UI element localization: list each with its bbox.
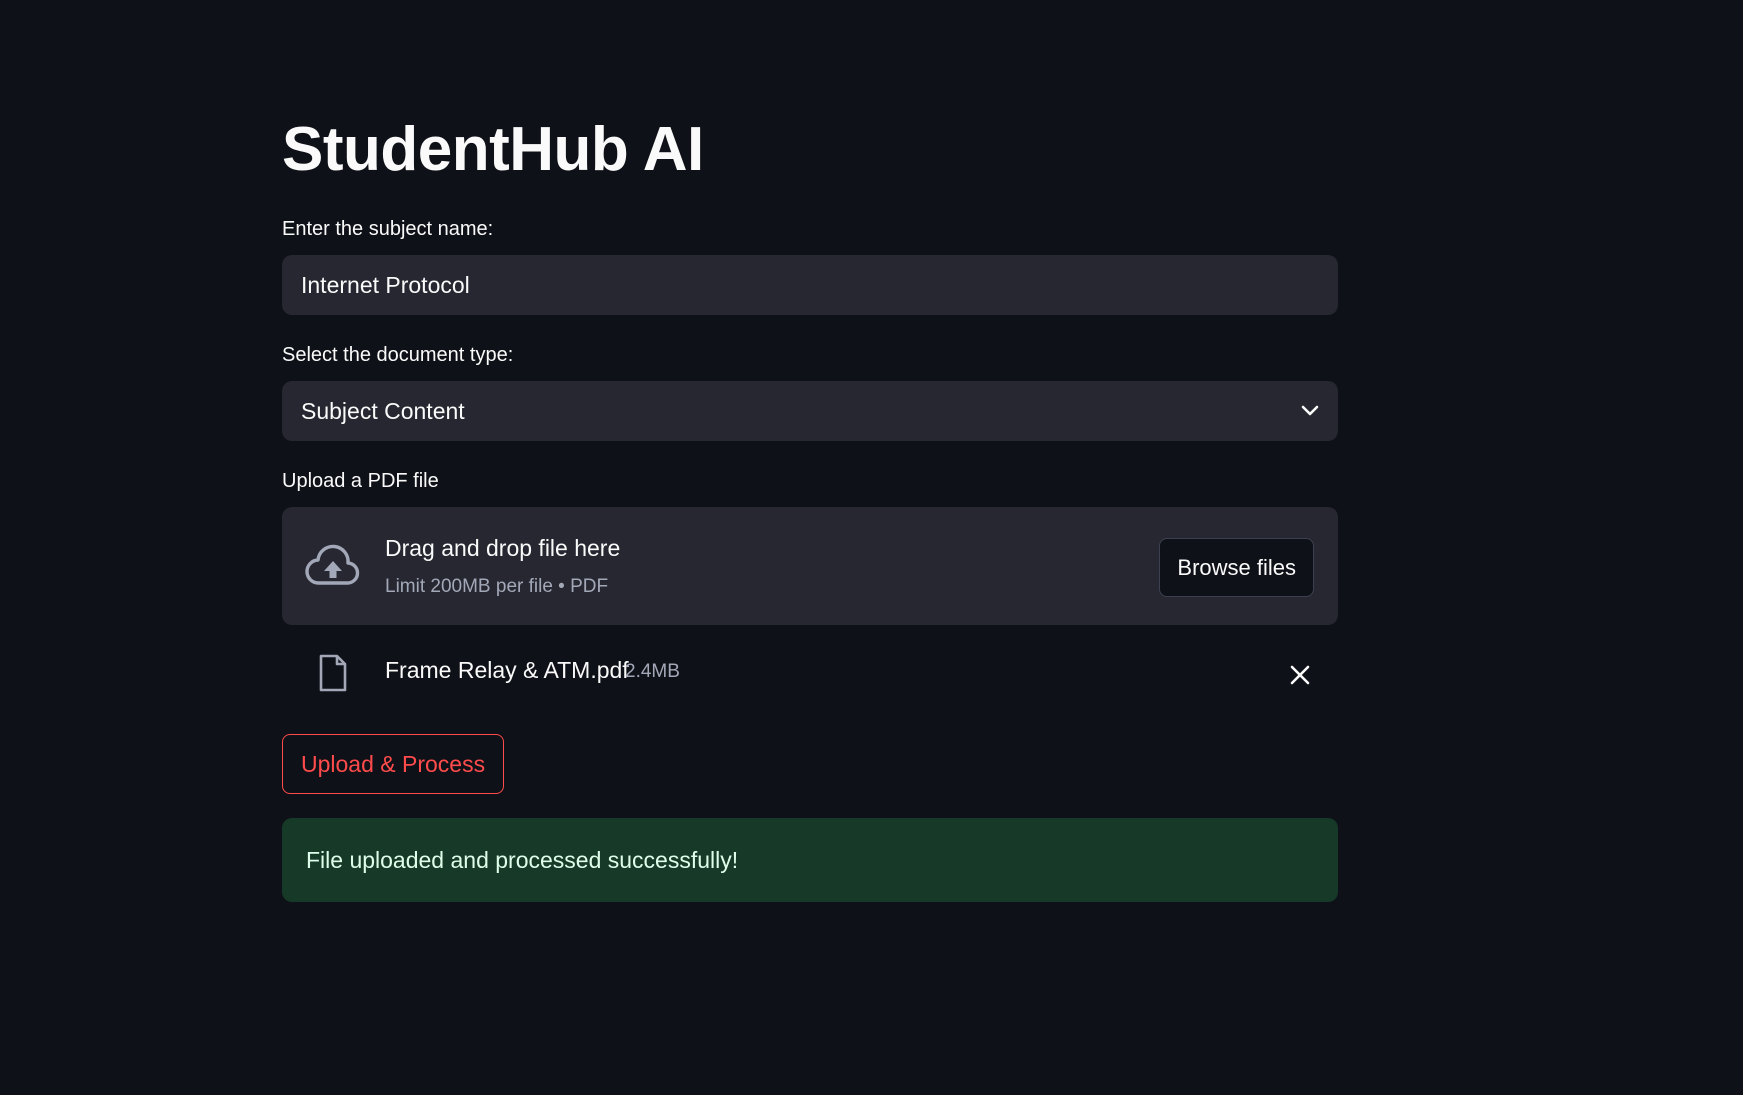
dropzone-subtitle: Limit 200MB per file • PDF bbox=[385, 576, 609, 597]
subject-input[interactable] bbox=[282, 255, 1338, 315]
uploaded-file-row: Frame Relay & ATM.pdf 2.4MB bbox=[282, 645, 1338, 701]
chevron-down-icon bbox=[1301, 405, 1319, 417]
file-dropzone[interactable]: Drag and drop file here Limit 200MB per … bbox=[282, 507, 1338, 625]
success-alert: File uploaded and processed successfully… bbox=[282, 818, 1338, 902]
doc-type-select[interactable]: Subject Content bbox=[282, 381, 1338, 441]
subject-label: Enter the subject name: bbox=[282, 218, 494, 240]
doc-type-selected-value: Subject Content bbox=[301, 397, 465, 424]
upload-process-button[interactable]: Upload & Process bbox=[282, 734, 505, 794]
page-title: StudentHub AI bbox=[282, 115, 704, 184]
dropzone-title: Drag and drop file here bbox=[385, 535, 621, 561]
uploaded-file-size: 2.4MB bbox=[625, 661, 680, 682]
uploaded-file-name: Frame Relay & ATM.pdf bbox=[385, 657, 629, 683]
upload-label: Upload a PDF file bbox=[282, 470, 439, 492]
doc-type-label: Select the document type: bbox=[282, 344, 514, 366]
app-page: StudentHub AI Enter the subject name: Se… bbox=[0, 0, 1743, 1095]
file-icon bbox=[318, 654, 348, 692]
success-alert-message: File uploaded and processed successfully… bbox=[306, 846, 739, 873]
browse-files-button[interactable]: Browse files bbox=[1159, 538, 1314, 597]
close-icon[interactable] bbox=[1286, 661, 1314, 689]
cloud-upload-icon bbox=[305, 543, 361, 589]
